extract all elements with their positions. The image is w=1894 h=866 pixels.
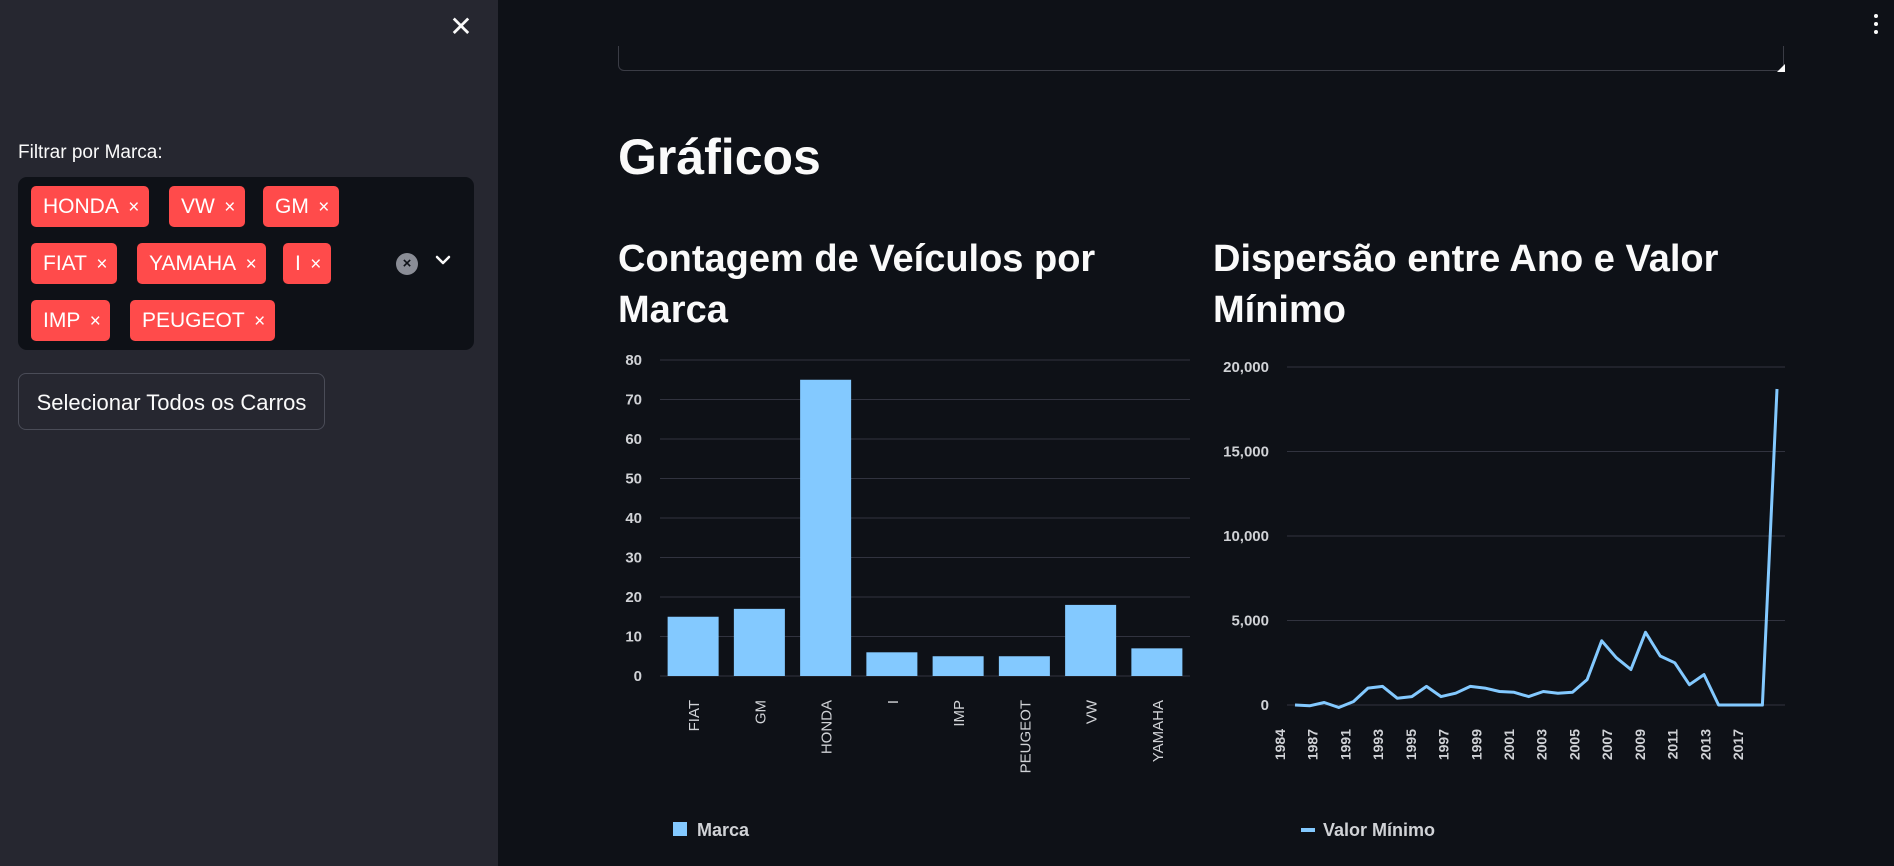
y-tick-label: 0 [634, 668, 642, 685]
remove-tag-icon[interactable]: × [87, 244, 117, 285]
tag-imp: IMP × [31, 300, 111, 342]
remove-tag-icon[interactable]: × [301, 244, 331, 285]
bar [866, 652, 918, 676]
x-tick-label: YAMAHA [1150, 700, 1167, 762]
x-tick-label: 2011 [1665, 729, 1681, 760]
y-tick-label: 30 [625, 550, 642, 567]
chevron-down-icon[interactable] [432, 249, 454, 271]
close-icon[interactable]: ✕ [446, 12, 476, 42]
x-tick-label: 2017 [1730, 729, 1746, 760]
y-tick-label: 15,000 [1223, 444, 1269, 461]
x-tick-label: GM [752, 700, 769, 724]
x-tick-label: 1991 [1337, 729, 1353, 760]
remove-tag-icon[interactable]: × [80, 301, 110, 342]
more-options-icon[interactable] [1870, 14, 1882, 38]
x-tick-label: 1999 [1468, 729, 1484, 760]
x-tick-label: 1997 [1436, 729, 1452, 760]
page-title: Gráficos [618, 129, 821, 185]
legend-swatch [673, 822, 687, 836]
bar-chart: 0 10 20 30 40 50 60 70 80 FIAT GM HONDA I IMP PEUGEOT V… [625, 352, 1190, 840]
tag-label: HONDA [43, 195, 119, 218]
y-tick-label: 0 [1261, 697, 1269, 714]
select-all-cars-button[interactable]: Selecionar Todos os Carros [18, 373, 325, 430]
x-tick-label: IMP [951, 700, 968, 727]
x-tick-label: PEUGEOT [1017, 700, 1034, 773]
y-tick-label: 80 [625, 352, 642, 369]
filter-label: Filtrar por Marca: [18, 142, 163, 163]
tag-honda: HONDA × [31, 186, 149, 227]
x-tick-label: 2003 [1534, 729, 1550, 760]
bar-chart-title: Contagem de Veículos por Marca [618, 238, 1096, 331]
x-tick-label: 2009 [1632, 729, 1648, 760]
x-tick-label: FIAT [686, 700, 703, 731]
y-tick-label: 60 [625, 431, 642, 448]
x-tick-label: 1987 [1305, 729, 1321, 760]
line-chart-title: Dispersão entre Ano e Valor Mínimo [1213, 238, 1719, 331]
y-tick-label: 20,000 [1223, 359, 1269, 376]
bar [800, 379, 852, 676]
y-tick-label: 10 [625, 629, 642, 646]
x-tick-label: I [885, 700, 902, 704]
y-tick-label: 40 [625, 510, 642, 527]
brand-multiselect[interactable]: HONDA × VW × GM × FIAT × YAMAHA × I × IMP × PEU… [18, 177, 474, 350]
legend-label: Valor Mínimo [1323, 820, 1435, 840]
x-tick-label: 2013 [1697, 729, 1713, 760]
clear-all-icon[interactable]: × [396, 253, 418, 275]
remove-tag-icon[interactable]: × [215, 187, 245, 228]
remove-tag-icon[interactable]: × [245, 301, 275, 342]
bar [733, 608, 785, 676]
resize-handle-icon[interactable] [1777, 64, 1785, 72]
tag-label: VW [181, 195, 215, 218]
remove-tag-icon[interactable]: × [309, 187, 339, 228]
tag-label: YAMAHA [149, 252, 237, 275]
legend-label: Marca [697, 820, 750, 840]
x-tick-label: 2007 [1599, 729, 1615, 760]
bar [667, 616, 719, 676]
bar [1065, 604, 1117, 676]
x-tick-label: 2005 [1566, 729, 1582, 760]
tag-fiat: FIAT × [31, 243, 117, 284]
tag-i: I × [283, 243, 331, 284]
bar [998, 656, 1050, 676]
y-tick-label: 5,000 [1231, 613, 1269, 630]
y-tick-label: 20 [625, 589, 642, 606]
x-tick-label: 2001 [1501, 729, 1517, 760]
y-tick-label: 50 [625, 471, 642, 488]
x-tick-label: VW [1084, 699, 1101, 724]
tag-label: PEUGEOT [142, 309, 245, 332]
x-tick-label: 1993 [1370, 729, 1386, 760]
tag-label: GM [275, 195, 309, 218]
y-tick-label: 70 [625, 392, 642, 409]
bar [1131, 648, 1183, 676]
remove-tag-icon[interactable]: × [236, 244, 266, 285]
tag-yamaha: YAMAHA × [137, 243, 267, 285]
bar [932, 656, 984, 676]
series-line-valor-minimo [1294, 388, 1779, 709]
sidebar: ✕ Filtrar por Marca: HONDA × VW × GM × FIAT… [0, 0, 498, 866]
tag-gm: GM × [263, 186, 339, 227]
x-tick-label: HONDA [819, 700, 836, 754]
tag-label: IMP [43, 309, 81, 332]
x-tick-label: 1984 [1272, 729, 1288, 760]
x-tick-label: 1995 [1403, 729, 1419, 760]
tag-peugeot: PEUGEOT × [130, 300, 275, 341]
y-tick-label: 10,000 [1223, 528, 1269, 545]
line-chart: 0 5,000 10,000 15,000 20,000 1984 1987 1991 1993… [1223, 359, 1785, 840]
remove-tag-icon[interactable]: × [119, 187, 149, 228]
tag-vw: VW × [169, 186, 245, 227]
tag-label: FIAT [43, 252, 87, 275]
data-table-bottom-edge [618, 46, 1785, 72]
